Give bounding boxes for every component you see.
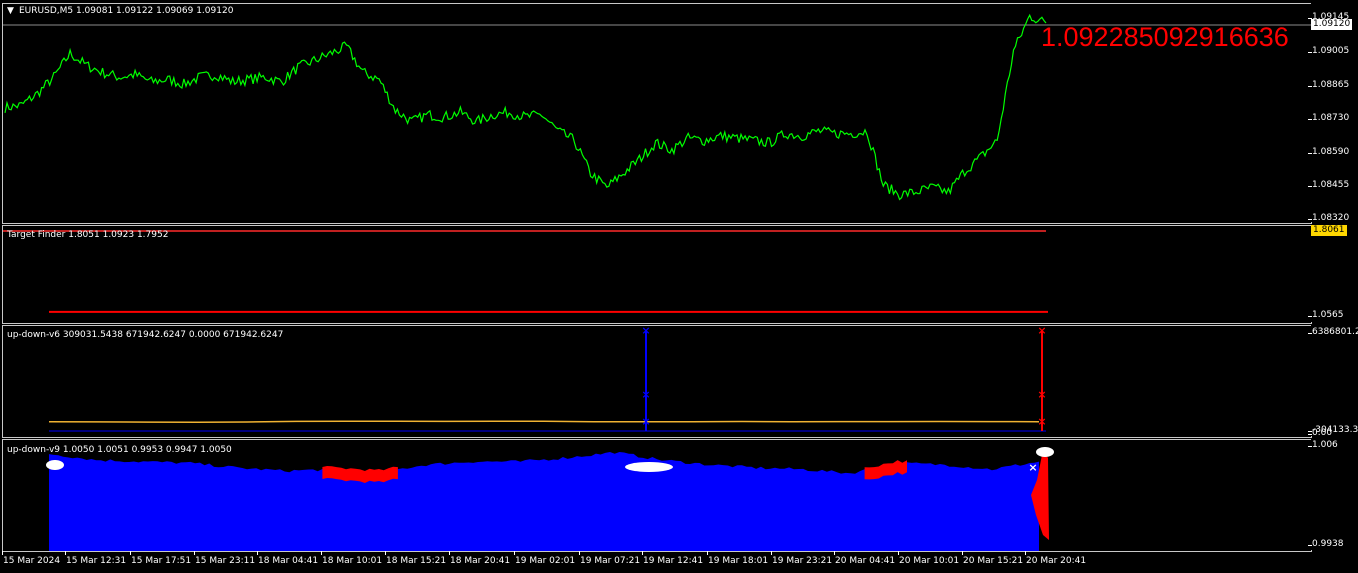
spike-marker-icon: × bbox=[1037, 326, 1046, 337]
time-axis-tick bbox=[642, 551, 643, 555]
time-axis-tick bbox=[771, 551, 772, 555]
updown-v9-label: up-down-v9 1.0050 1.0051 0.9953 0.9947 1… bbox=[7, 445, 232, 455]
updown-v9-chart: × bbox=[46, 447, 1054, 551]
target-finder-value-tag: 1.8061 bbox=[1311, 225, 1347, 236]
time-axis-label: 18 Mar 20:41 bbox=[450, 556, 511, 566]
spike-marker-icon: × bbox=[641, 326, 650, 337]
price-tick: 1.08730 bbox=[1307, 113, 1350, 123]
spike-marker-icon: × bbox=[641, 388, 650, 401]
time-axis-tick bbox=[1025, 551, 1026, 555]
target-finder-pane[interactable]: Target Finder 1.8051 1.0923 1.7952 bbox=[2, 225, 1312, 324]
price-tick: 1.08320 bbox=[1307, 213, 1350, 223]
price-tick: 1.08590 bbox=[1307, 147, 1350, 157]
updown-v6-tick: 6386801.2 bbox=[1308, 327, 1358, 337]
time-axis-label: 20 Mar 20:41 bbox=[1026, 556, 1087, 566]
price-series-line bbox=[4, 13, 1047, 201]
time-axis-tick bbox=[514, 551, 515, 555]
time-axis-label: 20 Mar 15:21 bbox=[963, 556, 1024, 566]
time-axis-label: 20 Mar 04:41 bbox=[835, 556, 896, 566]
time-axis-label: 18 Mar 10:01 bbox=[322, 556, 383, 566]
time-axis-tick bbox=[321, 551, 322, 555]
time-axis-tick bbox=[65, 551, 66, 555]
updown-v9-axis bbox=[1311, 439, 1358, 550]
price-chart-pane[interactable]: ▼ EURUSD,M5 1.09081 1.09122 1.09069 1.09… bbox=[2, 3, 1312, 224]
time-axis-label: 18 Mar 04:41 bbox=[258, 556, 319, 566]
time-axis-tick bbox=[257, 551, 258, 555]
time-axis-tick bbox=[194, 551, 195, 555]
updown-v9-tick: 1.006 bbox=[1308, 440, 1338, 450]
time-axis-label: 15 Mar 2024 bbox=[3, 556, 61, 566]
time-axis-tick bbox=[385, 551, 386, 555]
updown-v6-tick: 0.00 bbox=[1307, 428, 1333, 438]
spike-marker-icon: × bbox=[1037, 415, 1046, 428]
updown-v9-white-marker bbox=[1036, 447, 1054, 457]
time-axis-label: 19 Mar 02:01 bbox=[515, 556, 576, 566]
updown-v6-label: up-down-v6 309031.5438 671942.6247 0.000… bbox=[7, 330, 284, 340]
time-axis-tick bbox=[707, 551, 708, 555]
symbol-label: EURUSD,M5 1.09081 1.09122 1.09069 1.0912… bbox=[19, 6, 234, 16]
target-finder-axis bbox=[1311, 225, 1358, 322]
target-finder-label: Target Finder 1.8051 1.0923 1.7952 bbox=[7, 230, 169, 240]
time-axis-label: 15 Mar 23:11 bbox=[195, 556, 256, 566]
time-axis-label: 19 Mar 18:01 bbox=[708, 556, 769, 566]
updown-v6-pane[interactable]: × × × × × × up-down-v6 309031.5438 671942.624… bbox=[2, 325, 1312, 438]
time-axis-tick bbox=[898, 551, 899, 555]
updown-v6-line bbox=[48, 420, 1040, 423]
updown-v9-pane[interactable]: × up-down-v9 1.0050 1.0051 0.9953 0.9947… bbox=[2, 439, 1312, 552]
time-axis-tick bbox=[579, 551, 580, 555]
time-axis-label: 19 Mar 12:41 bbox=[643, 556, 704, 566]
updown-v9-tick: 0.9938 bbox=[1308, 539, 1344, 549]
spike-marker-icon: × bbox=[641, 415, 650, 428]
time-axis-label: 19 Mar 23:21 bbox=[772, 556, 833, 566]
overlay-value: 1.092285092916636 bbox=[1041, 22, 1289, 52]
price-tick: 1.08865 bbox=[1307, 80, 1350, 90]
time-axis-label: 18 Mar 15:21 bbox=[386, 556, 447, 566]
price-tick: 1.09005 bbox=[1307, 46, 1350, 56]
time-axis-tick bbox=[449, 551, 450, 555]
target-finder-tick: 1.0565 bbox=[1308, 310, 1344, 320]
time-axis-tick bbox=[2, 551, 3, 555]
updown-v6-chart: × × × × × × bbox=[48, 326, 1047, 432]
time-axis-label: 15 Mar 12:31 bbox=[66, 556, 127, 566]
cross-marker-icon: × bbox=[1028, 461, 1037, 474]
time-axis-tick bbox=[834, 551, 835, 555]
time-axis-label: 15 Mar 17:51 bbox=[131, 556, 192, 566]
time-axis-label: 19 Mar 07:21 bbox=[580, 556, 641, 566]
time-axis-tick bbox=[130, 551, 131, 555]
pane-menu-arrow-icon[interactable]: ▼ bbox=[7, 6, 14, 16]
time-axis-label: 20 Mar 10:01 bbox=[899, 556, 960, 566]
price-tick: 1.08455 bbox=[1307, 180, 1350, 190]
current-price-tag: 1.09120 bbox=[1311, 19, 1353, 30]
time-axis-tick bbox=[962, 551, 963, 555]
updown-v9-white-marker bbox=[625, 462, 673, 472]
updown-v9-white-marker bbox=[46, 460, 64, 470]
updown-v6-axis bbox=[1311, 325, 1358, 436]
target-finder-chart bbox=[3, 230, 1048, 313]
spike-marker-icon: × bbox=[1037, 388, 1046, 401]
